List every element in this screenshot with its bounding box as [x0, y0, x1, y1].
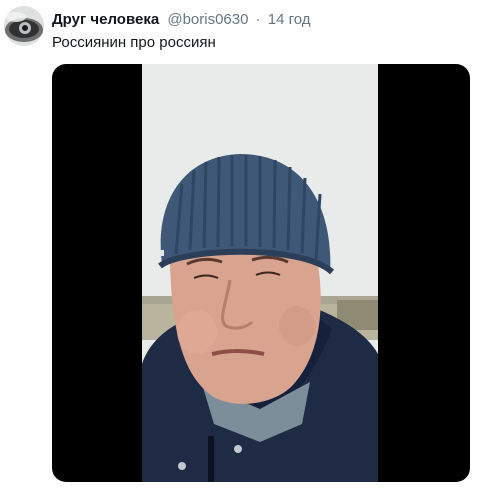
timestamp[interactable]: 14 год — [268, 11, 311, 28]
author-name[interactable]: Друг человека — [52, 11, 159, 28]
avatar-image — [4, 6, 44, 46]
tweet-card: Друг человека @boris0630 · 14 год Россия… — [0, 0, 496, 490]
avatar[interactable] — [4, 6, 44, 46]
tweet-header: Друг человека @boris0630 · 14 год — [52, 10, 311, 30]
tweet-text: Россиянин про россиян — [52, 34, 216, 51]
author-handle[interactable]: @boris0630 — [167, 11, 248, 28]
video-frame — [142, 64, 378, 482]
video-player[interactable] — [52, 64, 470, 482]
video-thumbnail-image — [142, 64, 378, 482]
header-separator: · — [255, 11, 261, 28]
